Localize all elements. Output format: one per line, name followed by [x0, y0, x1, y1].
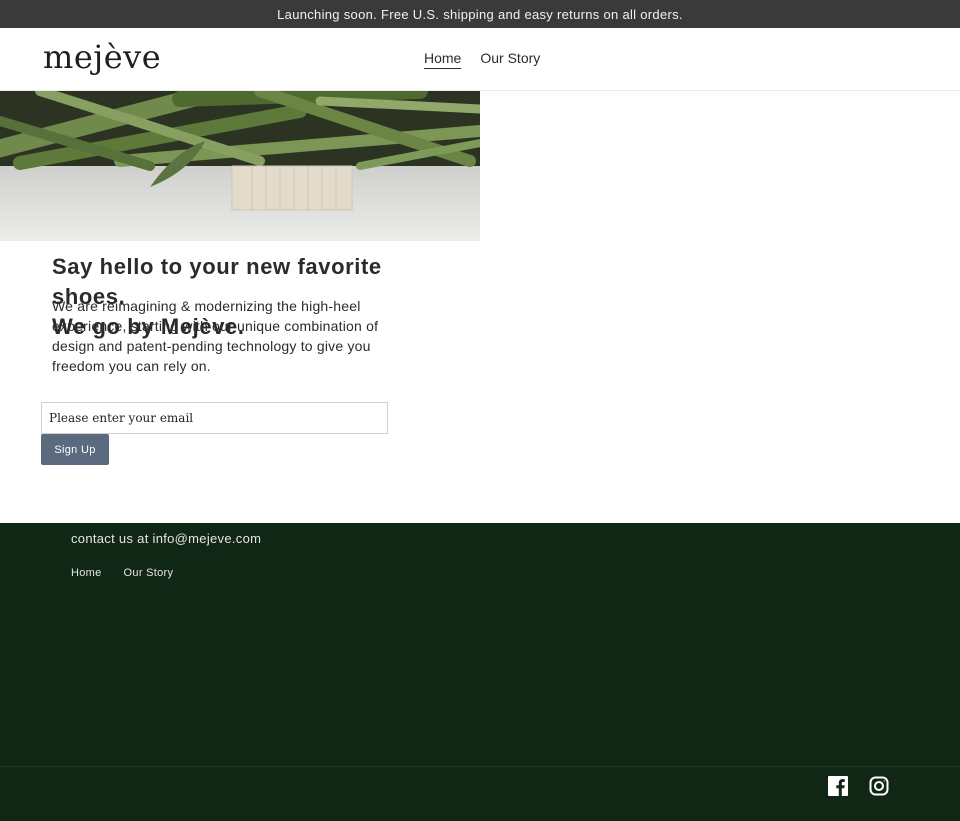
site-footer: contact us at info@mejeve.com Home Our S…	[0, 523, 960, 766]
site-logo[interactable]: mejève	[43, 38, 161, 76]
hero-image	[0, 91, 480, 241]
contact-text: contact us at info@mejeve.com	[71, 531, 262, 546]
announcement-text: Launching soon. Free U.S. shipping and e…	[277, 6, 683, 22]
hero-description: We are reimagining & modernizing the hig…	[52, 298, 379, 374]
nav-our-story-link[interactable]: Our Story	[480, 50, 540, 69]
facebook-icon[interactable]	[828, 776, 848, 796]
footer-bottom-bar	[0, 766, 960, 821]
nav-home-link[interactable]: Home	[424, 50, 462, 69]
footer-home-link[interactable]: Home	[71, 567, 102, 579]
footer-our-story-link[interactable]: Our Story	[124, 567, 174, 579]
sign-up-button[interactable]: Sign Up	[41, 434, 109, 465]
announcement-bar: Launching soon. Free U.S. shipping and e…	[0, 0, 960, 28]
instagram-icon[interactable]	[869, 776, 889, 796]
hero-leaves-photo	[0, 91, 480, 241]
site-header: mejève Home Our Story	[0, 28, 960, 91]
footer-nav: Home Our Story	[71, 567, 173, 579]
main-nav: Home Our Story	[424, 50, 540, 69]
email-field[interactable]	[41, 402, 388, 434]
